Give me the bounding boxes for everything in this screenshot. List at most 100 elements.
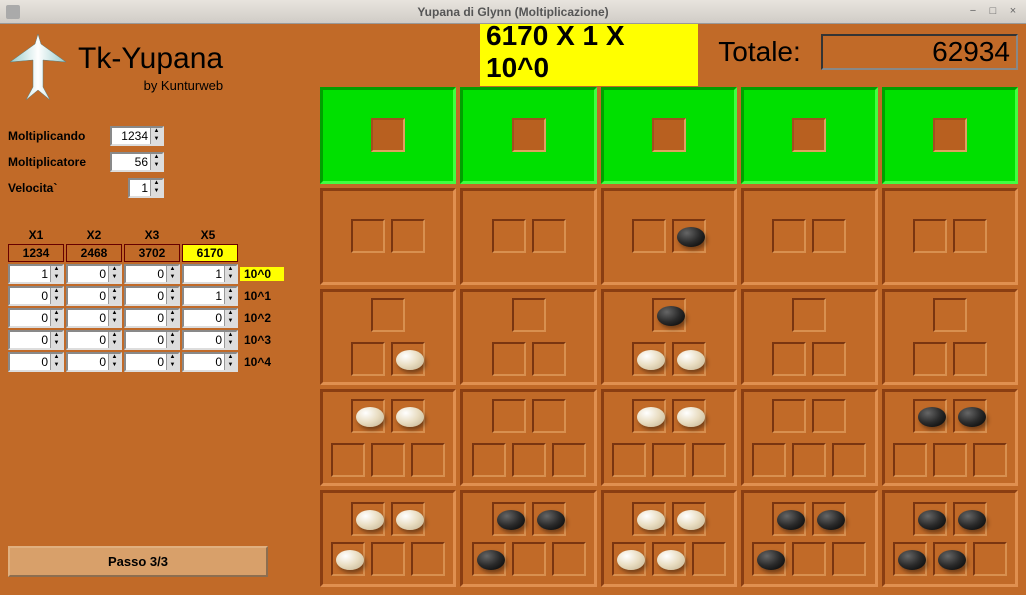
yupana-slot[interactable]: [913, 502, 947, 536]
yupana-slot[interactable]: [772, 399, 806, 433]
spin-up-icon[interactable]: ▲: [151, 128, 162, 136]
yupana-slot[interactable]: [512, 298, 546, 332]
spin-up-icon[interactable]: ▲: [51, 354, 62, 362]
yupana-slot[interactable]: [812, 219, 846, 253]
yupana-slot[interactable]: [331, 542, 365, 576]
spin-up-icon[interactable]: ▲: [225, 354, 236, 362]
spin-up-icon[interactable]: ▲: [225, 288, 236, 296]
yupana-slot[interactable]: [391, 342, 425, 376]
mult-cell-spinner[interactable]: ▲▼: [66, 352, 122, 372]
maximize-button[interactable]: □: [986, 5, 1000, 19]
mult-cell-input[interactable]: [68, 266, 108, 282]
mult-cell-spinner[interactable]: ▲▼: [182, 330, 238, 350]
multiplier-input[interactable]: [112, 154, 150, 170]
yupana-slot[interactable]: [953, 342, 987, 376]
yupana-slot[interactable]: [351, 219, 385, 253]
yupana-slot[interactable]: [832, 542, 866, 576]
mult-cell-input[interactable]: [126, 354, 166, 370]
yupana-slot[interactable]: [692, 443, 726, 477]
mult-cell-spinner[interactable]: ▲▼: [8, 352, 64, 372]
mult-cell-input[interactable]: [126, 288, 166, 304]
yupana-slot[interactable]: [772, 219, 806, 253]
mult-cell-spinner[interactable]: ▲▼: [66, 330, 122, 350]
yupana-slot[interactable]: [512, 118, 546, 152]
spin-up-icon[interactable]: ▲: [167, 266, 178, 274]
yupana-slot[interactable]: [933, 298, 967, 332]
mult-cell-input[interactable]: [68, 354, 108, 370]
spin-up-icon[interactable]: ▲: [109, 288, 120, 296]
mult-cell-spinner[interactable]: ▲▼: [124, 286, 180, 306]
yupana-slot[interactable]: [371, 118, 405, 152]
yupana-slot[interactable]: [792, 298, 826, 332]
yupana-slot[interactable]: [391, 219, 425, 253]
spin-up-icon[interactable]: ▲: [51, 332, 62, 340]
spin-down-icon[interactable]: ▼: [167, 274, 178, 282]
yupana-slot[interactable]: [472, 443, 506, 477]
mult-cell-input[interactable]: [184, 288, 224, 304]
spin-down-icon[interactable]: ▼: [225, 340, 236, 348]
yupana-slot[interactable]: [953, 399, 987, 433]
mult-cell-input[interactable]: [10, 310, 50, 326]
yupana-slot[interactable]: [532, 399, 566, 433]
yupana-slot[interactable]: [652, 298, 686, 332]
yupana-slot[interactable]: [391, 502, 425, 536]
yupana-slot[interactable]: [492, 342, 526, 376]
yupana-slot[interactable]: [672, 502, 706, 536]
spin-down-icon[interactable]: ▼: [225, 296, 236, 304]
yupana-slot[interactable]: [532, 219, 566, 253]
multiplier-spinner[interactable]: ▲▼: [110, 152, 164, 172]
spin-down-icon[interactable]: ▼: [151, 188, 162, 196]
spin-down-icon[interactable]: ▼: [167, 318, 178, 326]
mult-cell-spinner[interactable]: ▲▼: [182, 308, 238, 328]
yupana-slot[interactable]: [933, 443, 967, 477]
yupana-slot[interactable]: [612, 542, 646, 576]
mult-cell-input[interactable]: [184, 332, 224, 348]
spin-up-icon[interactable]: ▲: [151, 180, 162, 188]
mult-cell-spinner[interactable]: ▲▼: [8, 286, 64, 306]
spin-down-icon[interactable]: ▼: [109, 362, 120, 370]
yupana-slot[interactable]: [672, 219, 706, 253]
yupana-slot[interactable]: [411, 542, 445, 576]
step-button[interactable]: Passo 3/3: [8, 546, 268, 577]
yupana-slot[interactable]: [893, 443, 927, 477]
mult-cell-input[interactable]: [10, 266, 50, 282]
spin-down-icon[interactable]: ▼: [225, 362, 236, 370]
yupana-slot[interactable]: [812, 399, 846, 433]
yupana-slot[interactable]: [953, 219, 987, 253]
yupana-slot[interactable]: [632, 219, 666, 253]
yupana-slot[interactable]: [371, 443, 405, 477]
yupana-slot[interactable]: [391, 399, 425, 433]
yupana-slot[interactable]: [812, 502, 846, 536]
mult-cell-input[interactable]: [68, 288, 108, 304]
yupana-slot[interactable]: [492, 502, 526, 536]
yupana-slot[interactable]: [832, 443, 866, 477]
multiplicand-spinner[interactable]: ▲▼: [110, 126, 164, 146]
speed-input[interactable]: [130, 180, 150, 196]
mult-cell-spinner[interactable]: ▲▼: [8, 308, 64, 328]
minimize-button[interactable]: −: [966, 5, 980, 19]
spin-down-icon[interactable]: ▼: [109, 296, 120, 304]
mult-cell-input[interactable]: [68, 332, 108, 348]
mult-cell-spinner[interactable]: ▲▼: [124, 352, 180, 372]
spin-up-icon[interactable]: ▲: [109, 266, 120, 274]
yupana-slot[interactable]: [772, 502, 806, 536]
close-button[interactable]: ×: [1006, 5, 1020, 19]
spin-up-icon[interactable]: ▲: [109, 310, 120, 318]
yupana-slot[interactable]: [472, 542, 506, 576]
yupana-slot[interactable]: [652, 118, 686, 152]
yupana-slot[interactable]: [652, 542, 686, 576]
mult-cell-spinner[interactable]: ▲▼: [8, 264, 64, 284]
spin-up-icon[interactable]: ▲: [167, 354, 178, 362]
yupana-slot[interactable]: [933, 118, 967, 152]
spin-up-icon[interactable]: ▲: [109, 354, 120, 362]
mult-cell-input[interactable]: [126, 310, 166, 326]
spin-up-icon[interactable]: ▲: [51, 266, 62, 274]
mult-cell-input[interactable]: [10, 332, 50, 348]
spin-down-icon[interactable]: ▼: [51, 340, 62, 348]
yupana-slot[interactable]: [552, 443, 586, 477]
yupana-slot[interactable]: [973, 443, 1007, 477]
spin-down-icon[interactable]: ▼: [167, 296, 178, 304]
spin-down-icon[interactable]: ▼: [225, 318, 236, 326]
spin-down-icon[interactable]: ▼: [151, 162, 162, 170]
spin-down-icon[interactable]: ▼: [151, 136, 162, 144]
